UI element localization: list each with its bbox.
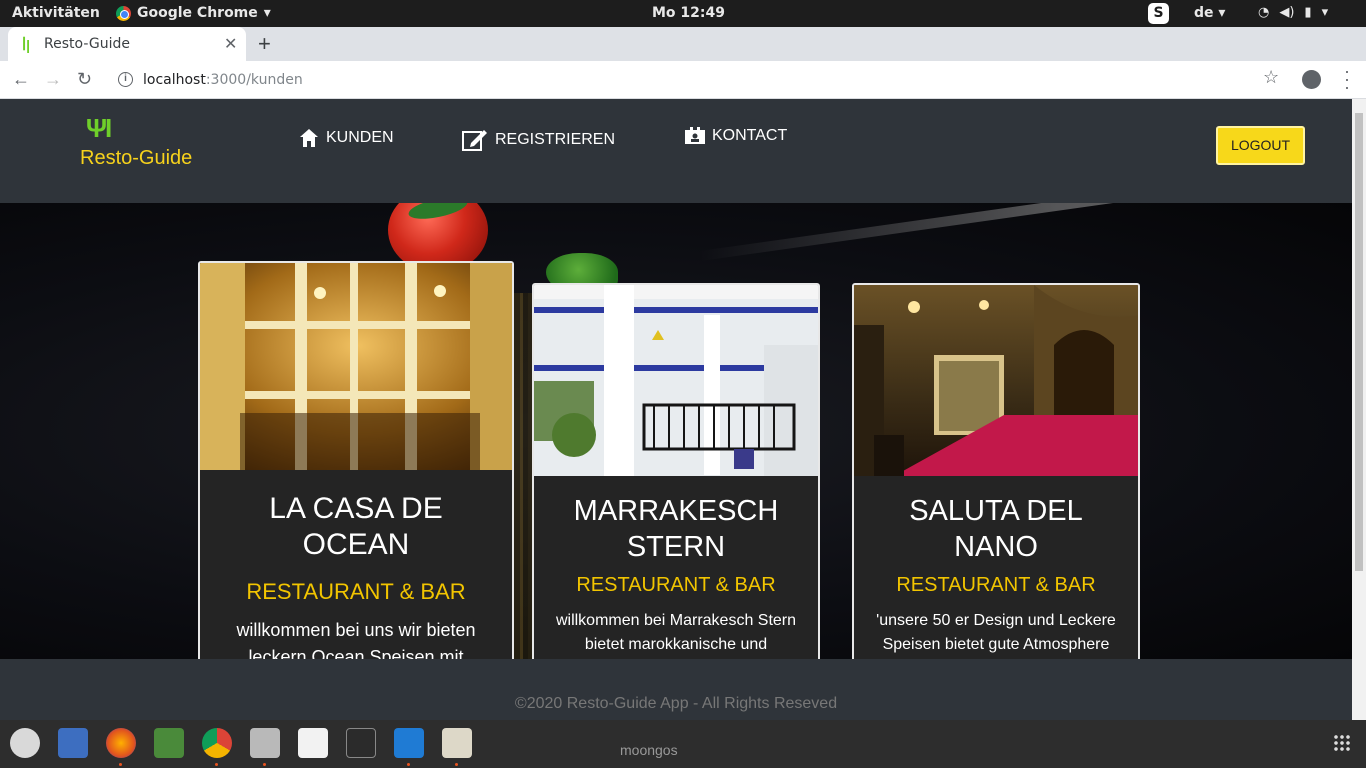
nav-kontact[interactable]: KONTACT	[684, 127, 787, 145]
site-header: ΨI Resto-Guide KUNDEN REGISTRIEREN KONTA…	[0, 99, 1352, 203]
browser-tab[interactable]: ꟾ| Resto-Guide ✕	[8, 27, 246, 61]
chevron-down-icon: ▾	[1321, 5, 1329, 20]
restaurant-description-line: bietet marokkanische und	[584, 636, 768, 653]
activities-button[interactable]: Aktivitäten	[12, 5, 100, 21]
browser-toolbar: ← → ↻ i localhost:3000/kunden ☆ · · ·	[0, 61, 1366, 99]
restaurant-name-line: LA CASA DE	[269, 492, 443, 525]
restaurant-description: 'unsere 50 er Design und Leckere Speisen…	[870, 609, 1122, 657]
back-button[interactable]: ←	[12, 69, 30, 90]
dock-label: moongos	[620, 742, 678, 758]
app-menu[interactable]: Google Chrome ▾	[116, 5, 271, 21]
restaurant-description-line: willkommen bei uns wir bieten	[236, 620, 476, 640]
language-label: de	[1194, 5, 1214, 21]
restaurant-card-la-casa-de-ocean[interactable]: LA CASA DE OCEAN RESTAURANT & BAR willko…	[198, 261, 514, 659]
chrome-icon	[116, 5, 131, 21]
menu-kebab-icon[interactable]: · · ·	[1344, 62, 1350, 96]
restaurant-name-line: OCEAN	[302, 528, 410, 561]
info-icon[interactable]: i	[118, 72, 133, 87]
vscode-icon[interactable]	[394, 728, 424, 758]
restaurant-photo	[534, 285, 818, 476]
restaurant-name-line: NANO	[954, 531, 1038, 563]
nav-kontact-label: KONTACT	[712, 127, 788, 144]
restaurant-photo	[200, 263, 512, 470]
restaurant-description-line: leckern Ocean Speisen mit	[248, 647, 464, 659]
restaurant-name-line: SALUTA DEL	[909, 495, 1083, 527]
forward-button[interactable]: →	[44, 69, 62, 90]
restaurant-description-line: Speisen bietet gute Atmosphere	[882, 636, 1110, 653]
image-viewer-icon[interactable]	[442, 728, 472, 758]
restaurant-photo	[854, 285, 1138, 476]
restaurant-subtitle: RESTAURANT & BAR	[576, 574, 776, 596]
language-selector[interactable]: de ▾	[1194, 5, 1225, 21]
nav-registrieren-label: REGISTRIEREN	[495, 131, 616, 148]
system-tray[interactable]: ◔ ◀) ▮ ▾	[1258, 5, 1328, 20]
system-top-bar: Aktivitäten Google Chrome ▾ Mo 12:49 S d…	[0, 0, 1366, 27]
amazon-icon[interactable]	[298, 728, 328, 758]
restaurant-name: LA CASA DE OCEAN	[200, 491, 512, 563]
tab-strip: ꟾ| Resto-Guide ✕ +	[0, 27, 1366, 61]
restaurant-subtitle: RESTAURANT & BAR	[896, 574, 1096, 596]
nav-registrieren[interactable]: REGISTRIEREN	[461, 127, 615, 153]
reload-button[interactable]: ↻	[77, 69, 92, 90]
chevron-down-icon: ▾	[263, 5, 271, 21]
running-indicator	[407, 763, 410, 766]
show-apps-grid-icon[interactable]	[1333, 734, 1351, 752]
restaurant-card-saluta-del-nano[interactable]: SALUTA DEL NANO RESTAURANT & BAR 'unsere…	[852, 283, 1140, 659]
running-indicator	[455, 763, 458, 766]
skype-icon[interactable]: S	[1148, 3, 1169, 24]
restaurant-description-line: 'unsere 50 er Design und Leckere	[876, 612, 1116, 629]
restaurant-description-line: willkommen bei Marrakesch Stern	[555, 612, 797, 629]
url-text[interactable]: localhost:3000/kunden	[143, 72, 303, 88]
clock[interactable]: Mo 12:49	[652, 5, 725, 21]
tab-title: Resto-Guide	[44, 36, 130, 52]
firefox-icon[interactable]	[106, 728, 136, 758]
vim-icon[interactable]	[154, 728, 184, 758]
wifi-icon: ◔	[1258, 5, 1270, 20]
close-tab-icon[interactable]: ✕	[224, 34, 237, 54]
restaurant-card-marrakesch-stern[interactable]: MARRAKESCH STERN RESTAURANT & BAR willko…	[532, 283, 820, 659]
nav-kunden[interactable]: KUNDEN	[298, 127, 394, 149]
fork-knife-icon: ΨI	[86, 113, 112, 143]
address-bar[interactable]: i localhost:3000/kunden	[108, 64, 1294, 96]
new-tab-button[interactable]: +	[258, 31, 271, 57]
restaurant-name: SALUTA DEL NANO	[854, 493, 1138, 565]
battery-icon: ▮	[1304, 5, 1312, 20]
restaurant-subtitle: RESTAURANT & BAR	[246, 579, 466, 604]
ubuntu-dock: moongos	[0, 720, 1366, 768]
url-host: localhost	[143, 72, 206, 88]
logout-button[interactable]: LOGOUT	[1216, 126, 1305, 165]
edit-icon	[462, 130, 487, 151]
page-scrollbar[interactable]	[1352, 99, 1366, 720]
restaurant-description: willkommen bei uns wir bieten leckern Oc…	[216, 617, 496, 659]
writer-icon[interactable]	[58, 728, 88, 758]
restaurant-name-line: STERN	[626, 531, 726, 563]
terminal-icon[interactable]	[346, 728, 376, 758]
volume-icon: ◀)	[1279, 5, 1295, 20]
files-icon[interactable]	[250, 728, 280, 758]
bookmark-star-icon[interactable]: ☆	[1263, 67, 1279, 88]
site-footer: ©2020 Resto-Guide App - All Rights Resev…	[0, 659, 1352, 720]
running-indicator	[215, 763, 218, 766]
restaurant-name: MARRAKESCH STERN	[534, 493, 818, 565]
url-path: :3000/kunden	[205, 72, 303, 88]
fork-knife-icon: ꟾ|	[22, 37, 31, 53]
copyright-text: ©2020 Resto-Guide App - All Rights Resev…	[514, 695, 838, 712]
brand-name: Resto-Guide	[80, 147, 193, 169]
scrollbar-thumb[interactable]	[1355, 113, 1363, 571]
contact-card-icon	[685, 127, 705, 144]
rhythmbox-icon[interactable]	[10, 728, 40, 758]
nav-kunden-label: KUNDEN	[326, 129, 394, 146]
restaurant-description: willkommen bei Marrakesch Stern bietet m…	[550, 609, 802, 657]
home-icon	[300, 129, 318, 147]
running-indicator	[263, 763, 266, 766]
web-page: ΨI Resto-Guide KUNDEN REGISTRIEREN KONTA…	[0, 99, 1352, 720]
chrome-icon[interactable]	[202, 728, 232, 758]
app-name: Google Chrome	[137, 5, 258, 21]
knife-decoration	[699, 203, 1352, 261]
hero-background: LA CASA DE OCEAN RESTAURANT & BAR willko…	[0, 203, 1352, 659]
running-indicator	[119, 763, 122, 766]
profile-avatar-icon[interactable]	[1302, 70, 1321, 89]
restaurant-name-line: MARRAKESCH	[573, 495, 779, 527]
